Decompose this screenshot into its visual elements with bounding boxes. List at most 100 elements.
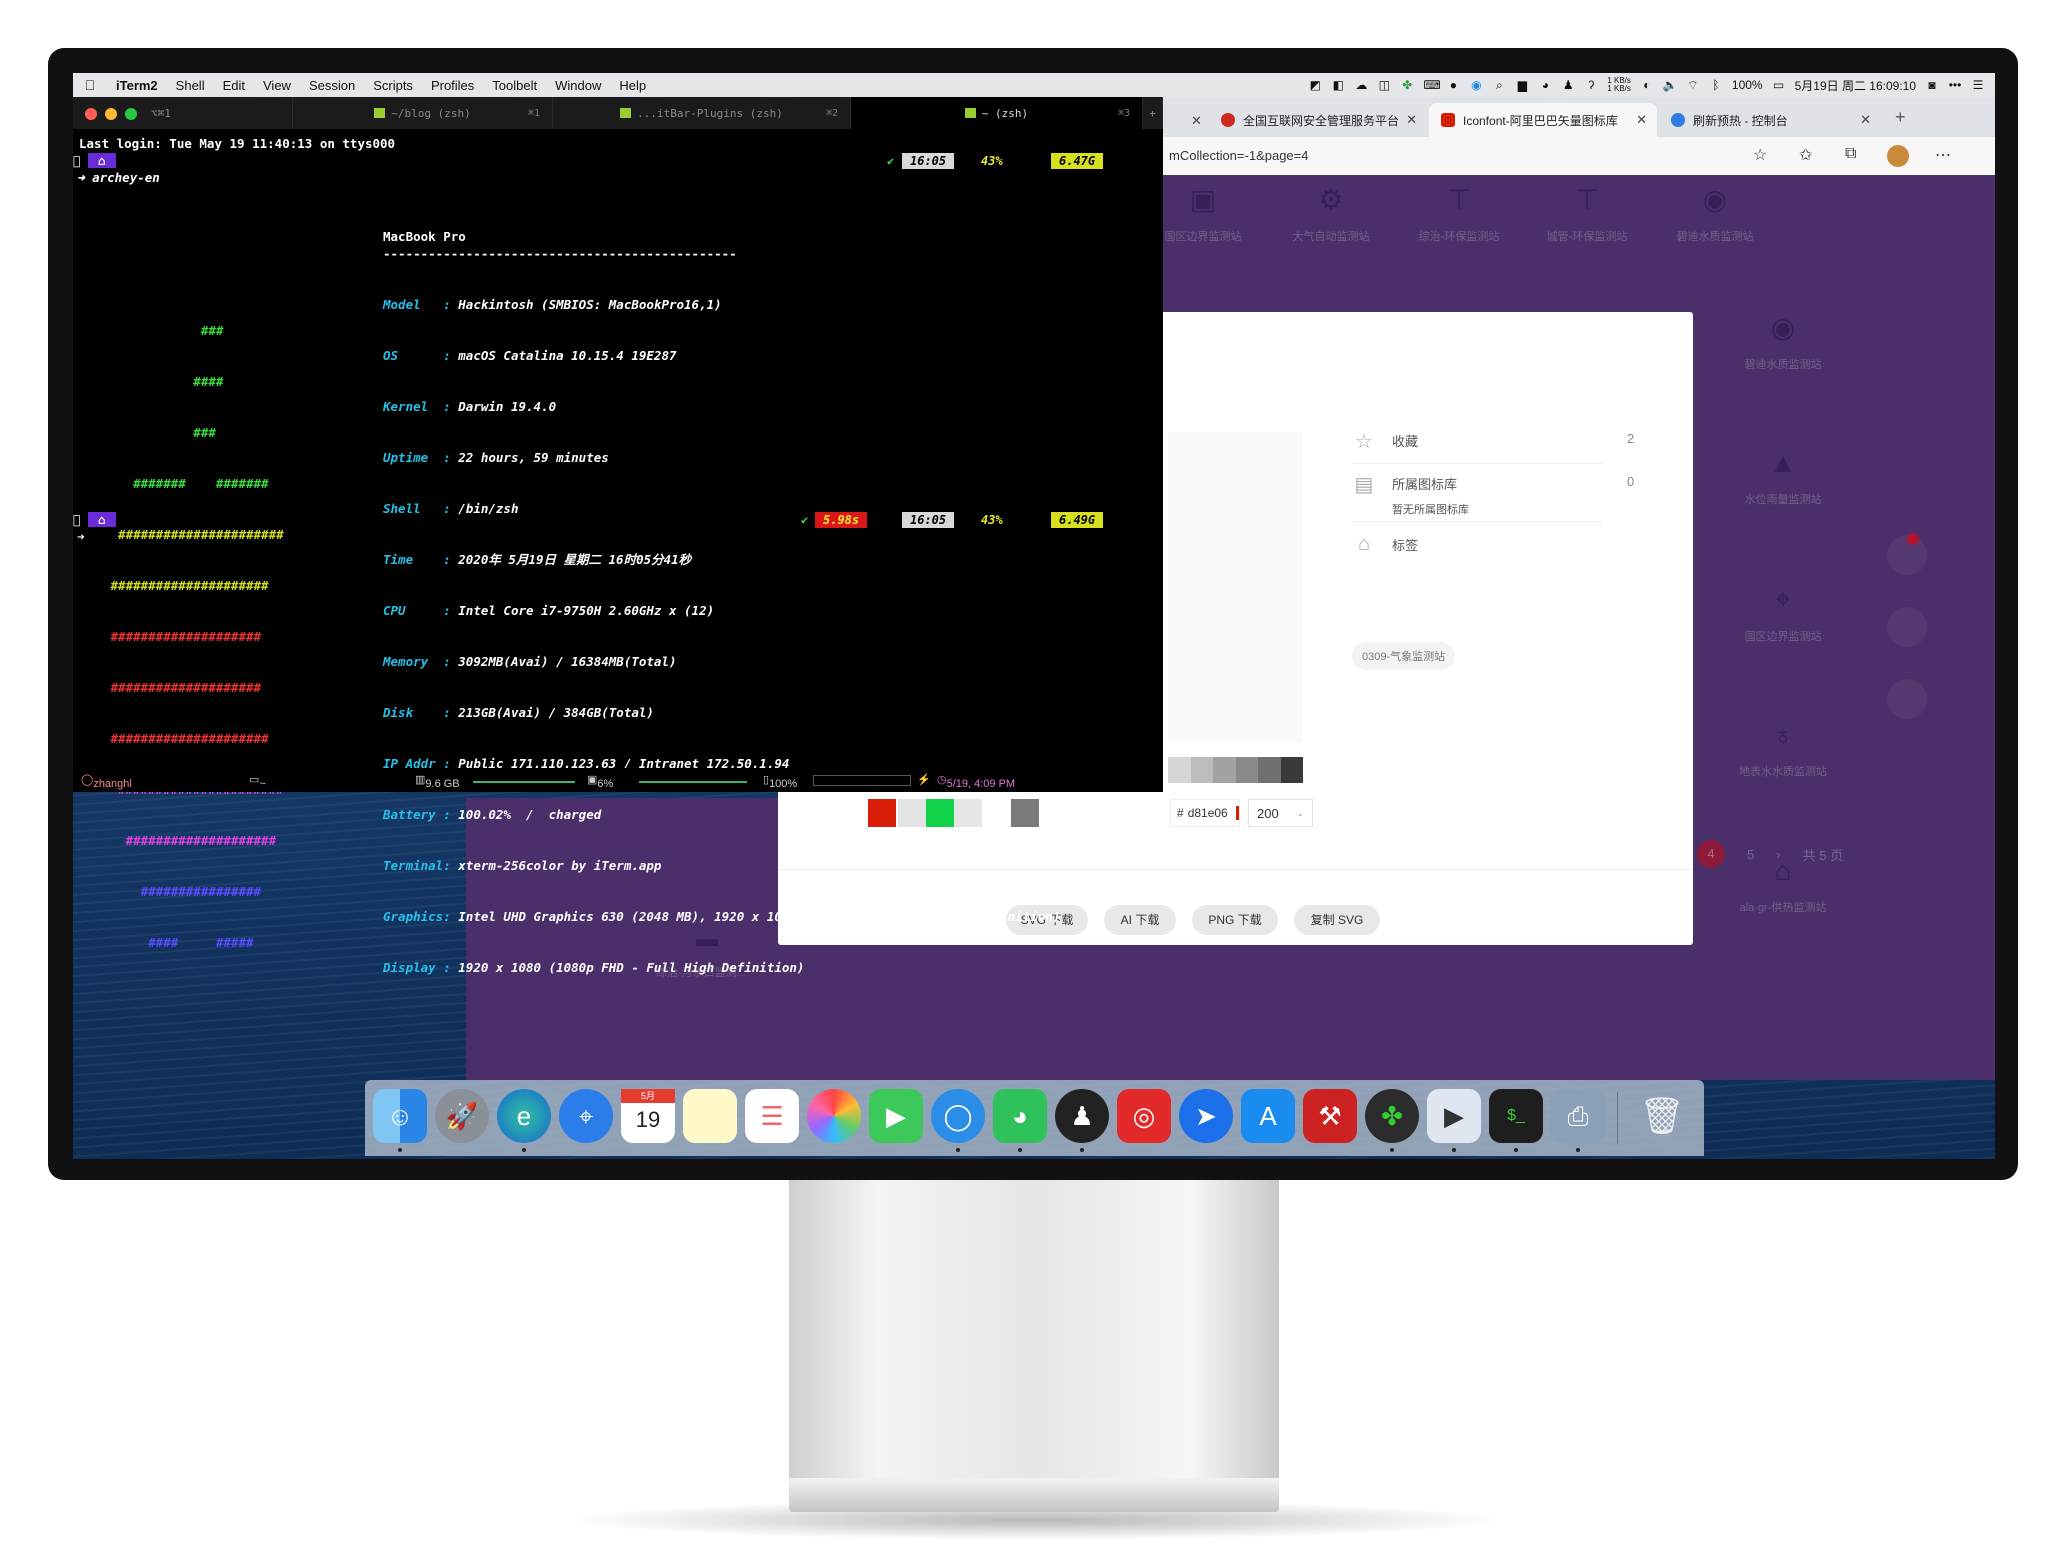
terminal-tab[interactable]: ~/blog (zsh) ⌘1 <box>293 97 553 129</box>
menu-window[interactable]: Window <box>546 78 610 93</box>
qq-icon[interactable]: ♟ <box>1055 1089 1109 1143</box>
terminal-tab-active[interactable]: ~ (zsh) ⌘3 <box>851 97 1143 129</box>
avatar[interactable] <box>1887 145 1909 167</box>
ai-download-button[interactable]: AI 下载 <box>1104 905 1176 935</box>
new-tab-icon[interactable]: + <box>1143 97 1163 129</box>
notes-icon[interactable] <box>683 1089 737 1143</box>
bluetooth-icon[interactable]: ᛒ <box>1709 78 1723 92</box>
copy-svg-button[interactable]: 复制 SVG <box>1294 905 1380 935</box>
reminders-icon[interactable]: ☰ <box>745 1089 799 1143</box>
status-app-icon[interactable]: ◙ <box>1925 78 1939 92</box>
page-icon-item[interactable]: ⚙ 大气自动监测站 <box>1271 183 1391 244</box>
notification-center-icon[interactable]: ☰ <box>1971 78 1985 92</box>
photos-icon[interactable] <box>807 1089 861 1143</box>
tab-close-icon[interactable]: ✕ <box>1636 112 1647 128</box>
script-icon[interactable]: ʔ <box>1584 78 1598 92</box>
search-icon[interactable]: ⌕ <box>1492 78 1506 92</box>
clover-icon[interactable]: ✤ <box>1400 78 1414 92</box>
safari-icon[interactable]: ⌖ <box>559 1089 613 1143</box>
terminal-tab[interactable]: ...itBar-Plugins (zsh) ⌘2 <box>553 97 851 129</box>
favorites-icon[interactable]: ✩ <box>1799 145 1812 165</box>
page-icon-item[interactable]: ⌖ 国区边界监测站 <box>1723 583 1843 644</box>
more-icon[interactable]: ⋯ <box>1935 145 1951 165</box>
terminal-icon[interactable]: $_ <box>1489 1089 1543 1143</box>
page-icon-item[interactable]: ▲ 水位雨量监测站 <box>1723 447 1843 507</box>
wechat-icon[interactable]: ◕ <box>1538 78 1552 92</box>
facetime-icon[interactable]: ▶ <box>869 1089 923 1143</box>
page-icon-item[interactable]: ◉ 碧迪水质监测站 <box>1723 311 1843 372</box>
terminal-tab[interactable]: ⌥⌘1 <box>73 97 293 129</box>
cloud-icon[interactable]: ☁ <box>1354 78 1368 92</box>
menu-app-name[interactable]: iTerm2 <box>107 78 167 93</box>
clock[interactable]: 5月19日 周二 16:09:10 <box>1795 77 1916 94</box>
page-link-current[interactable]: 4 <box>1697 840 1726 868</box>
status-app-icon[interactable]: ◐ <box>1640 78 1654 92</box>
toolbox-icon[interactable]: ⚒ <box>1303 1089 1357 1143</box>
volume-icon[interactable]: 🔈 <box>1663 78 1678 92</box>
qq-icon[interactable]: ♟ <box>1561 78 1575 92</box>
menu-scripts[interactable]: Scripts <box>364 78 422 93</box>
collections-icon[interactable]: ⧉ <box>1845 145 1856 163</box>
floating-button[interactable] <box>1887 679 1927 719</box>
gray-swatch[interactable] <box>1190 757 1213 783</box>
page-icon-item[interactable]: ⊤ 综治-环保监测站 <box>1399 183 1519 244</box>
apple-menu-icon[interactable]:  <box>73 77 107 93</box>
finder-icon[interactable]: ☺ <box>373 1089 427 1143</box>
menu-help[interactable]: Help <box>610 78 655 93</box>
tab-iconfont[interactable]: Iconfont-阿里巴巴矢量图标库 ✕ <box>1429 103 1657 137</box>
messages-icon[interactable]: ◯ <box>931 1089 985 1143</box>
page-link[interactable]: 5 <box>1747 847 1754 862</box>
calendar-icon[interactable]: 5月 19 <box>621 1089 675 1143</box>
status-app-icon[interactable]: ◫ <box>1377 78 1391 92</box>
edge-icon[interactable]: e <box>497 1089 551 1143</box>
new-tab-icon[interactable]: + <box>1895 107 1906 128</box>
menu-toolbelt[interactable]: Toolbelt <box>483 78 546 93</box>
favorite-row[interactable]: ☆ 收藏 <box>1352 429 1418 453</box>
next-page-icon[interactable]: › <box>1776 847 1780 862</box>
png-download-button[interactable]: PNG 下载 <box>1192 905 1278 935</box>
gray-swatch[interactable] <box>1168 757 1191 783</box>
status-app-icon[interactable]: ⌨ <box>1423 78 1440 92</box>
floating-button[interactable] <box>1887 607 1927 647</box>
status-app-icon[interactable]: ◉ <box>1469 78 1483 92</box>
gray-swatch[interactable] <box>1235 757 1258 783</box>
script-editor-icon[interactable]: ▶ <box>1427 1089 1481 1143</box>
printer-icon[interactable]: ⎙ <box>1551 1089 1605 1143</box>
tab-close-icon[interactable]: ✕ <box>1191 113 1202 129</box>
battery-icon[interactable]: ▭ <box>1772 78 1786 92</box>
netease-music-icon[interactable]: ◎ <box>1117 1089 1171 1143</box>
hex-color-input[interactable]: # d81e06 <box>1170 799 1240 827</box>
trash-icon[interactable]: 🗑 <box>1635 1089 1689 1143</box>
clover-icon[interactable]: ✤ <box>1365 1089 1419 1143</box>
wechat-icon[interactable]: ◕ <box>993 1089 1047 1143</box>
menu-profiles[interactable]: Profiles <box>422 78 483 93</box>
gray-swatch[interactable] <box>1258 757 1281 783</box>
tab-close-icon[interactable]: ✕ <box>1860 112 1871 128</box>
tab-security-platform[interactable]: 全国互联网安全管理服务平台 ✕ <box>1209 103 1427 137</box>
star-icon[interactable]: ☆ <box>1753 145 1767 165</box>
zoom-window-button[interactable] <box>125 108 137 120</box>
wifi-icon[interactable]: ⌔ <box>1686 78 1700 92</box>
tag-chip[interactable]: 0309-气象监测站 <box>1352 642 1456 670</box>
menu-edit[interactable]: Edit <box>214 78 254 93</box>
page-icon-item[interactable]: ◉ 碧迪水质监测站 <box>1655 183 1775 244</box>
menu-shell[interactable]: Shell <box>167 78 214 93</box>
close-window-button[interactable] <box>85 108 97 120</box>
gray-swatch[interactable] <box>1280 757 1303 783</box>
size-select[interactable]: 200 ⌄ <box>1248 799 1313 827</box>
tab-console[interactable]: 刷新预热 - 控制台 ✕ <box>1659 103 1881 137</box>
status-app-icon[interactable]: ◩ <box>1308 78 1322 92</box>
more-icon[interactable]: ••• <box>1948 78 1962 92</box>
tab-close-icon[interactable]: ✕ <box>1406 112 1417 128</box>
menu-view[interactable]: View <box>254 78 300 93</box>
minimize-window-button[interactable] <box>105 108 117 120</box>
app-store-icon[interactable]: A <box>1241 1089 1295 1143</box>
gray-swatch[interactable] <box>1213 757 1236 783</box>
status-app-icon[interactable]: ▆ <box>1515 78 1529 92</box>
address-bar[interactable]: mCollection=-1&page=4 ☆ ✩ ⧉ ⋯ <box>1163 137 1995 176</box>
launchpad-icon[interactable]: 🚀 <box>435 1089 489 1143</box>
page-icon-item[interactable]: ♁ 地表水水质监测站 <box>1723 719 1843 779</box>
status-app-icon[interactable]: ◧ <box>1331 78 1345 92</box>
spark-icon[interactable]: ➤ <box>1179 1089 1233 1143</box>
url-text[interactable]: mCollection=-1&page=4 <box>1169 148 1308 163</box>
